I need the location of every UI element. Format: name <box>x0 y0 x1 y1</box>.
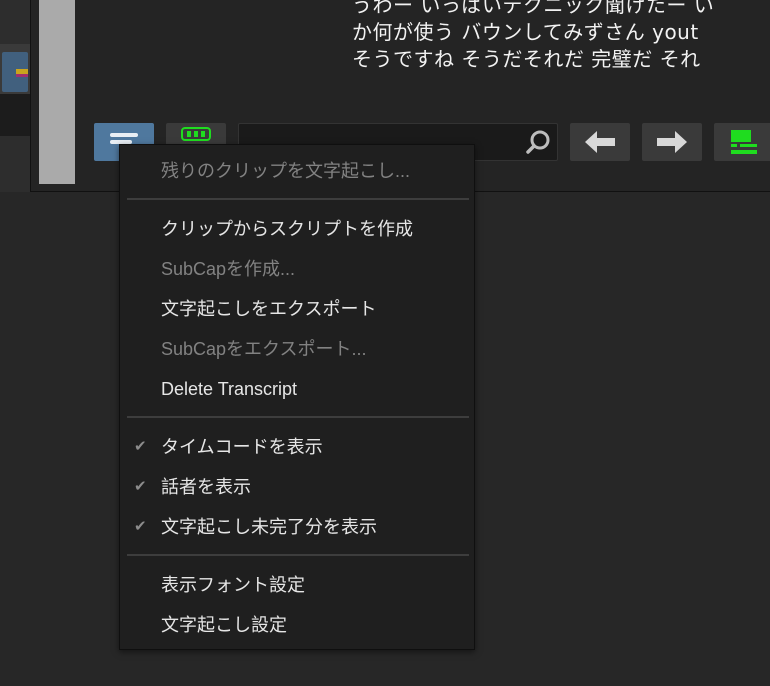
checkmark-icon: ✔ <box>134 438 147 455</box>
scroll-track[interactable] <box>39 0 75 184</box>
menu-item-create-script[interactable]: クリップからスクリプトを作成 <box>120 209 474 249</box>
menu-separator <box>127 198 469 200</box>
search-icon[interactable] <box>525 129 551 155</box>
timeline-strip <box>0 0 30 192</box>
transcript-line: そうですね そうだそれだ 完璧だ それ <box>352 47 701 71</box>
track-gap <box>0 94 30 136</box>
menu-item-export-subcap[interactable]: SubCapをエクスポート... <box>120 329 474 369</box>
hamburger-icon <box>110 133 138 137</box>
layout-button[interactable] <box>714 123 770 161</box>
checkmark-icon: ✔ <box>134 518 147 535</box>
menu-item-show-timecode[interactable]: ✔ タイムコードを表示 <box>120 427 474 467</box>
menu-item-delete-transcript[interactable]: Delete Transcript <box>120 369 474 409</box>
previous-button[interactable] <box>570 123 630 161</box>
menu-item-create-subcap[interactable]: SubCapを作成... <box>120 249 474 289</box>
menu-separator <box>127 416 469 418</box>
menu-item-show-incomplete[interactable]: ✔ 文字起こし未完了分を表示 <box>120 507 474 547</box>
transcript-context-menu: 残りのクリップを文字起こし... クリップからスクリプトを作成 SubCapを作… <box>119 144 475 650</box>
transcript-text: うわー いっぱいテクニック聞けたー い か何が使う バウンしてみずさん yout… <box>352 0 770 73</box>
next-button[interactable] <box>642 123 702 161</box>
caption-icon <box>181 127 211 141</box>
layout-icon <box>731 130 757 154</box>
app-window: うわー いっぱいテクニック聞けたー い か何が使う バウンしてみずさん yout… <box>0 0 770 686</box>
checkmark-icon: ✔ <box>134 478 147 495</box>
menu-item-export-transcript[interactable]: 文字起こしをエクスポート <box>120 289 474 329</box>
transcript-line: か何が使う バウンしてみずさん yout <box>352 20 699 44</box>
transcript-line: うわー いっぱいテクニック聞けたー い <box>352 0 715 17</box>
menu-item-transcription-settings[interactable]: 文字起こし設定 <box>120 605 474 645</box>
clip-thumbnail[interactable] <box>2 52 28 92</box>
arrow-right-icon <box>657 131 687 153</box>
menu-separator <box>127 554 469 556</box>
menu-item-show-speaker[interactable]: ✔ 話者を表示 <box>120 467 474 507</box>
menu-item-font-settings[interactable]: 表示フォント設定 <box>120 565 474 605</box>
arrow-left-icon <box>585 131 615 153</box>
menu-item-transcribe-remaining[interactable]: 残りのクリップを文字起こし... <box>120 151 474 191</box>
